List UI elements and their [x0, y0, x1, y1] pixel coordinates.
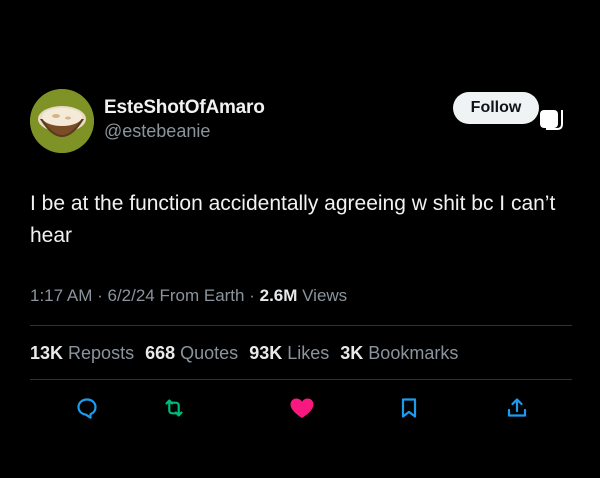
bookmark-icon — [401, 398, 417, 418]
display-name[interactable]: EsteShotOfAmaro — [104, 97, 265, 119]
reposts-count: 13K — [30, 343, 64, 363]
reply-button[interactable] — [73, 394, 101, 422]
views-label[interactable]: Views — [297, 286, 347, 305]
tweet-meta: 1:17 AM · 6/2/24 From Earth · 2.6M Views — [30, 286, 347, 306]
copy-overlay-icon — [540, 110, 563, 130]
reposts-label: Reposts — [63, 343, 135, 363]
avatar-image — [30, 89, 94, 153]
engagement-stats: 13K Reposts 668 Quotes 93K Likes 3K Book… — [30, 343, 464, 364]
tweet-text: I be at the function accidentally agreei… — [30, 192, 556, 247]
reply-icon — [77, 398, 97, 419]
meta-separator: · — [92, 286, 108, 305]
likes-count: 93K — [249, 343, 283, 363]
meta-separator: · — [244, 286, 260, 305]
follow-button[interactable]: Follow — [453, 92, 539, 124]
share-icon — [507, 398, 527, 417]
action-bar — [0, 394, 600, 424]
repost-button[interactable] — [160, 394, 188, 422]
bookmarks-stat[interactable]: 3K Bookmarks — [340, 343, 458, 363]
bookmarks-label: Bookmarks — [363, 343, 459, 363]
likes-label: Likes — [282, 343, 330, 363]
likes-stat[interactable]: 93K Likes — [249, 343, 329, 363]
quotes-stat[interactable]: 668 Quotes — [145, 343, 238, 363]
share-button[interactable] — [503, 394, 531, 422]
heart-icon — [290, 398, 314, 418]
avatar[interactable] — [30, 89, 94, 153]
repost-icon — [165, 399, 183, 417]
tweet-date[interactable]: 6/2/24 — [107, 286, 154, 305]
tweet-time[interactable]: 1:17 AM — [30, 286, 92, 305]
bookmark-button[interactable] — [395, 394, 423, 422]
like-button[interactable] — [288, 394, 316, 422]
quotes-label: Quotes — [175, 343, 239, 363]
user-handle[interactable]: @estebeanie — [104, 121, 210, 142]
views-count[interactable]: 2.6M — [260, 286, 298, 305]
reposts-stat[interactable]: 13K Reposts — [30, 343, 134, 363]
divider — [30, 379, 572, 380]
divider — [30, 325, 572, 326]
bookmarks-count: 3K — [340, 343, 364, 363]
quotes-count: 668 — [145, 343, 176, 363]
tweet-card: EsteShotOfAmaro @estebeanie Follow I be … — [0, 0, 600, 478]
tweet-source: From Earth — [154, 286, 245, 305]
